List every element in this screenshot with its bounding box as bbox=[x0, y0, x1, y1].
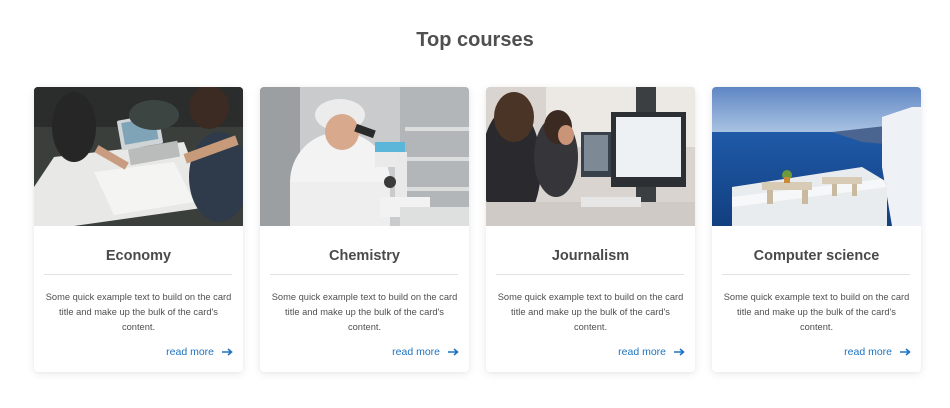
card-body: Economy Some quick example text to build… bbox=[34, 226, 243, 372]
card-title: Chemistry bbox=[329, 248, 400, 264]
arrow-right-icon bbox=[674, 348, 685, 356]
card-image-journalism bbox=[486, 87, 695, 226]
card-divider bbox=[496, 274, 684, 275]
card-text: Some quick example text to build on the … bbox=[45, 292, 232, 332]
card-image-economy bbox=[34, 87, 243, 226]
read-more-label: read more bbox=[618, 346, 666, 358]
course-card-journalism: Journalism Some quick example text to bu… bbox=[486, 87, 695, 372]
card-body: Computer science Some quick example text… bbox=[712, 226, 921, 372]
card-body: Chemistry Some quick example text to bui… bbox=[260, 226, 469, 372]
course-card-chemistry: Chemistry Some quick example text to bui… bbox=[260, 87, 469, 372]
read-more-link-economy[interactable]: read more bbox=[166, 346, 233, 358]
card-body: Journalism Some quick example text to bu… bbox=[486, 226, 695, 372]
card-divider bbox=[270, 274, 458, 275]
card-text: Some quick example text to build on the … bbox=[271, 292, 458, 332]
card-title: Economy bbox=[105, 248, 172, 264]
card-image-chemistry bbox=[260, 87, 469, 226]
card-image-computer-science bbox=[712, 87, 921, 226]
card-text: Some quick example text to build on the … bbox=[497, 292, 684, 332]
card-divider bbox=[722, 274, 910, 275]
arrow-right-icon bbox=[900, 348, 911, 356]
card-title: Computer science bbox=[753, 248, 880, 264]
read-more-link-chemistry[interactable]: read more bbox=[392, 346, 459, 358]
card-title: Journalism bbox=[551, 248, 630, 264]
read-more-link-computer-science[interactable]: read more bbox=[844, 346, 911, 358]
course-card-computer-science: Computer science Some quick example text… bbox=[712, 87, 921, 372]
read-more-label: read more bbox=[392, 346, 440, 358]
card-text: Some quick example text to build on the … bbox=[723, 292, 910, 332]
section-title: Top courses bbox=[416, 29, 534, 51]
card-divider bbox=[44, 274, 232, 275]
course-card-economy: Economy Some quick example text to build… bbox=[34, 87, 243, 372]
read-more-label: read more bbox=[166, 346, 214, 358]
arrow-right-icon bbox=[448, 348, 459, 356]
course-cards: Economy Some quick example text to build… bbox=[34, 87, 921, 372]
read-more-link-journalism[interactable]: read more bbox=[618, 346, 685, 358]
arrow-right-icon bbox=[222, 348, 233, 356]
read-more-label: read more bbox=[844, 346, 892, 358]
